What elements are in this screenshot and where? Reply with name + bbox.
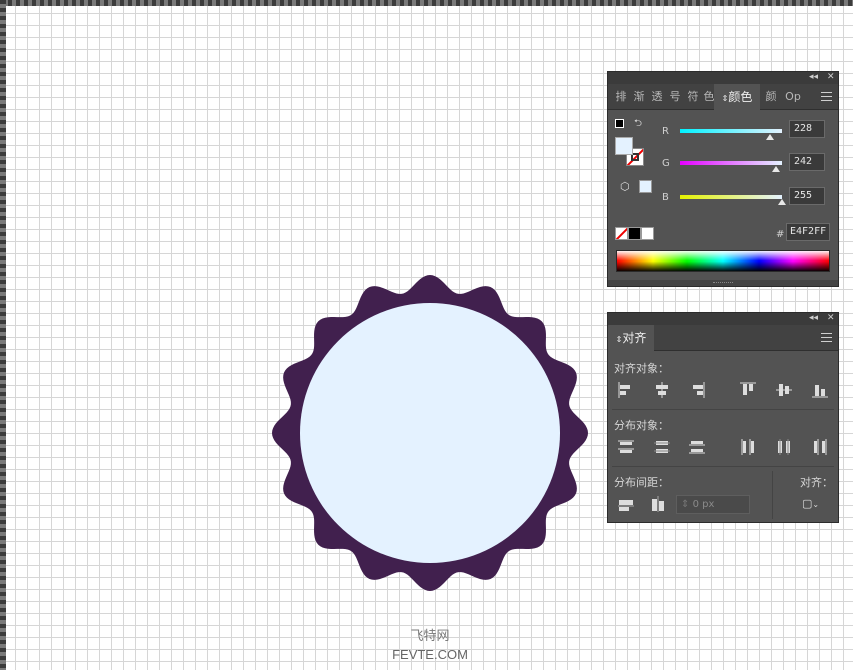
tab-align-label: 对齐 (622, 331, 647, 345)
left-ruler[interactable] (0, 0, 6, 670)
distribute-spacing-label: 分布间距： (614, 476, 669, 489)
panel-resize-grip[interactable] (608, 280, 838, 286)
align-horizontal-center-icon[interactable] (653, 381, 671, 399)
align-panel-tabbar: ⇕对齐 (608, 325, 838, 351)
align-panel: ◂◂ ✕ ⇕对齐 对齐对象： 分布对象： 分布间距： 对齐： ⇕ 0 px ▢⌄ (607, 312, 839, 523)
color-panel-tabbar: 排 渐 透 号 符 色 ⇕颜色 颜 Op (608, 84, 838, 110)
distribute-vertical-center-icon[interactable] (653, 438, 671, 456)
watermark-english: FEVTE.COM (392, 647, 468, 662)
watermark-chinese: 飞特网 (410, 629, 450, 644)
align-to-label: 对齐： (800, 476, 833, 489)
tab-3[interactable]: 透 (650, 84, 664, 110)
tab-9[interactable]: Op (782, 84, 804, 110)
fill-swatch[interactable] (615, 137, 633, 155)
divider (612, 466, 834, 467)
wavy-badge-artwork[interactable] (270, 275, 590, 595)
double-chevron-icon[interactable]: ◂◂ (809, 70, 818, 84)
channel-b-input[interactable]: 255 (789, 187, 825, 205)
double-chevron-icon[interactable]: ◂◂ (809, 311, 818, 325)
out-of-gamut-swatch[interactable] (639, 180, 652, 193)
tab-2[interactable]: 渐 (632, 84, 646, 110)
spinner-icon[interactable]: ⇕ (681, 499, 689, 510)
align-left-icon[interactable] (617, 381, 635, 399)
channel-r-thumb[interactable] (766, 134, 774, 140)
distribute-top-icon[interactable] (617, 438, 635, 456)
cube-icon[interactable]: ⬡ (620, 180, 630, 193)
hex-label: # (776, 229, 785, 240)
align-to-artboard-icon: ▢ (802, 497, 813, 510)
color-panel: ◂◂ ✕ 排 渐 透 号 符 色 ⇕颜色 颜 Op ⮌ ⬡ R 228 G 24… (607, 71, 839, 287)
horizontal-distribute-space-icon[interactable] (649, 495, 667, 513)
align-right-icon[interactable] (688, 381, 706, 399)
divider (612, 409, 834, 410)
black-swatch[interactable] (628, 227, 641, 240)
align-top-icon[interactable] (739, 381, 757, 399)
channel-b-label: B (662, 192, 669, 203)
watermark: 飞特网 FEVTE.COM (380, 628, 480, 664)
badge-inner-circle[interactable] (300, 303, 560, 563)
channel-g-input[interactable]: 242 (789, 153, 825, 171)
chevron-down-icon: ⌄ (812, 500, 820, 509)
divider (772, 471, 773, 519)
tab-color[interactable]: ⇕颜色 (714, 84, 760, 110)
align-to-dropdown[interactable]: ▢⌄ (802, 497, 830, 513)
distribute-objects-label: 分布对象： (614, 419, 669, 432)
distribute-left-icon[interactable] (739, 438, 757, 456)
distribute-right-icon[interactable] (811, 438, 829, 456)
white-swatch[interactable] (641, 227, 654, 240)
channel-g-slider[interactable] (680, 161, 782, 165)
channel-b-thumb[interactable] (778, 199, 786, 205)
default-colors-icon[interactable] (615, 119, 624, 128)
swap-arrow-icon[interactable]: ⮌ (634, 116, 642, 133)
channel-r-input[interactable]: 228 (789, 120, 825, 138)
tab-color-label: 颜色 (728, 90, 753, 104)
panel-menu-icon[interactable] (821, 92, 832, 101)
color-spectrum-bar[interactable] (616, 250, 830, 272)
tab-align[interactable]: ⇕对齐 (608, 325, 654, 351)
none-swatch[interactable] (615, 227, 628, 240)
panel-titlebar[interactable]: ◂◂ ✕ (608, 313, 838, 325)
align-objects-label: 对齐对象： (614, 362, 669, 375)
distribute-bottom-icon[interactable] (688, 438, 706, 456)
align-vertical-center-icon[interactable] (775, 381, 793, 399)
top-ruler[interactable] (0, 0, 853, 6)
vertical-distribute-space-icon[interactable] (617, 495, 635, 513)
hex-input[interactable]: E4F2FF (786, 223, 830, 241)
tab-1[interactable]: 排 (614, 84, 628, 110)
tab-5[interactable]: 符 (686, 84, 700, 110)
channel-r-label: R (662, 126, 669, 137)
channel-r-slider[interactable] (680, 129, 782, 133)
channel-b-slider[interactable] (680, 195, 782, 199)
channel-g-label: G (662, 158, 670, 169)
spacing-value: 0 px (692, 499, 715, 510)
align-bottom-icon[interactable] (811, 381, 829, 399)
tab-8[interactable]: 颜 (764, 84, 778, 110)
spacing-input[interactable]: ⇕ 0 px (676, 495, 750, 514)
tab-4[interactable]: 号 (668, 84, 682, 110)
close-icon[interactable]: ✕ (827, 70, 835, 84)
channel-g-thumb[interactable] (772, 166, 780, 172)
panel-titlebar[interactable]: ◂◂ ✕ (608, 72, 838, 84)
distribute-horizontal-center-icon[interactable] (775, 438, 793, 456)
close-icon[interactable]: ✕ (827, 311, 835, 325)
panel-menu-icon[interactable] (821, 333, 832, 342)
